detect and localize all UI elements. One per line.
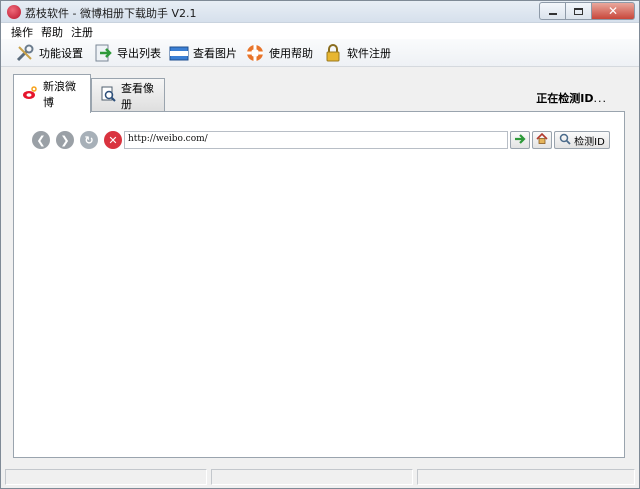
detect-id-button[interactable]: 检测ID <box>554 131 610 149</box>
toolbar-settings-label: 功能设置 <box>39 47 83 60</box>
forward-icon: ❯ <box>60 133 70 147</box>
detect-id-label: 检测ID <box>574 136 605 148</box>
detect-status-dots: ... <box>593 92 607 105</box>
statusbar-segment <box>417 469 635 485</box>
lock-icon <box>323 43 343 63</box>
close-button[interactable]: ✕ <box>591 2 635 20</box>
toolbar-register-button[interactable]: 软件注册 <box>323 41 391 65</box>
home-icon <box>536 132 548 147</box>
toolbar-help-label: 使用帮助 <box>269 47 313 60</box>
detect-status: 正在检测ID... <box>536 90 607 106</box>
menubar: 操作 帮助 注册 <box>1 23 639 39</box>
toolbar-export-label: 导出列表 <box>117 47 161 60</box>
maximize-button[interactable] <box>565 2 591 20</box>
main-content: 新浪微博 查看像册 正在检测ID... ❮ ❯ ↻ ✕ http://weibo… <box>13 74 625 458</box>
statusbar <box>1 466 639 488</box>
export-icon <box>93 43 113 63</box>
menu-item-register[interactable]: 注册 <box>71 24 93 40</box>
detect-status-text: 正在检测ID <box>536 92 594 105</box>
browser-panel: ❮ ❯ ↻ ✕ http://weibo.com/ 检测ID <box>13 111 625 458</box>
forward-button[interactable]: ❯ <box>56 131 74 149</box>
close-icon: ✕ <box>607 4 619 18</box>
app-icon <box>7 5 21 19</box>
toolbar-view-images-button[interactable]: 查看图片 <box>169 41 237 65</box>
stop-button[interactable]: ✕ <box>104 131 122 149</box>
toolbar-register-label: 软件注册 <box>347 47 391 60</box>
window-controls: ✕ <box>539 2 635 20</box>
refresh-icon: ↻ <box>84 133 94 147</box>
back-button[interactable]: ❮ <box>32 131 50 149</box>
minimize-button[interactable] <box>539 2 565 20</box>
url-input[interactable]: http://weibo.com/ <box>124 131 508 149</box>
toolbar: 功能设置 导出列表 查看图片 使用帮助 软件注册 <box>1 39 639 67</box>
menu-item-help[interactable]: 帮助 <box>41 24 63 40</box>
tab-weibo[interactable]: 新浪微博 <box>13 74 91 113</box>
toolbar-export-button[interactable]: 导出列表 <box>93 41 161 65</box>
stop-icon: ✕ <box>108 133 118 147</box>
go-button[interactable] <box>510 131 530 149</box>
tab-album-label: 查看像册 <box>121 81 154 111</box>
refresh-button[interactable]: ↻ <box>80 131 98 149</box>
tab-weibo-label: 新浪微博 <box>43 80 76 109</box>
window-title: 荔枝软件 - 微博相册下载助手 V2.1 <box>25 7 197 20</box>
folder-icon <box>169 43 189 63</box>
album-icon <box>100 86 116 105</box>
statusbar-segment <box>5 469 207 485</box>
titlebar: 荔枝软件 - 微博相册下载助手 V2.1 ✕ <box>1 1 639 23</box>
app-window: 荔枝软件 - 微博相册下载助手 V2.1 ✕ 操作 帮助 注册 功能设置 导出列… <box>0 0 640 489</box>
magnifier-icon <box>559 133 571 148</box>
menu-item-operation[interactable]: 操作 <box>11 24 33 40</box>
weibo-icon <box>22 85 38 103</box>
toolbar-help-button[interactable]: 使用帮助 <box>245 41 313 65</box>
arrow-right-icon <box>514 133 526 147</box>
home-button[interactable] <box>532 131 552 149</box>
back-icon: ❮ <box>36 133 46 147</box>
toolbar-settings-button[interactable]: 功能设置 <box>15 41 83 65</box>
lifebuoy-icon <box>245 43 265 63</box>
statusbar-segment <box>211 469 413 485</box>
toolbar-view-images-label: 查看图片 <box>193 47 237 60</box>
browser-navbar: ❮ ❯ ↻ ✕ http://weibo.com/ 检测ID <box>32 130 610 152</box>
maximize-icon <box>574 7 583 15</box>
tab-album[interactable]: 查看像册 <box>91 78 165 112</box>
tools-icon <box>15 43 35 63</box>
minimize-icon <box>548 13 557 15</box>
